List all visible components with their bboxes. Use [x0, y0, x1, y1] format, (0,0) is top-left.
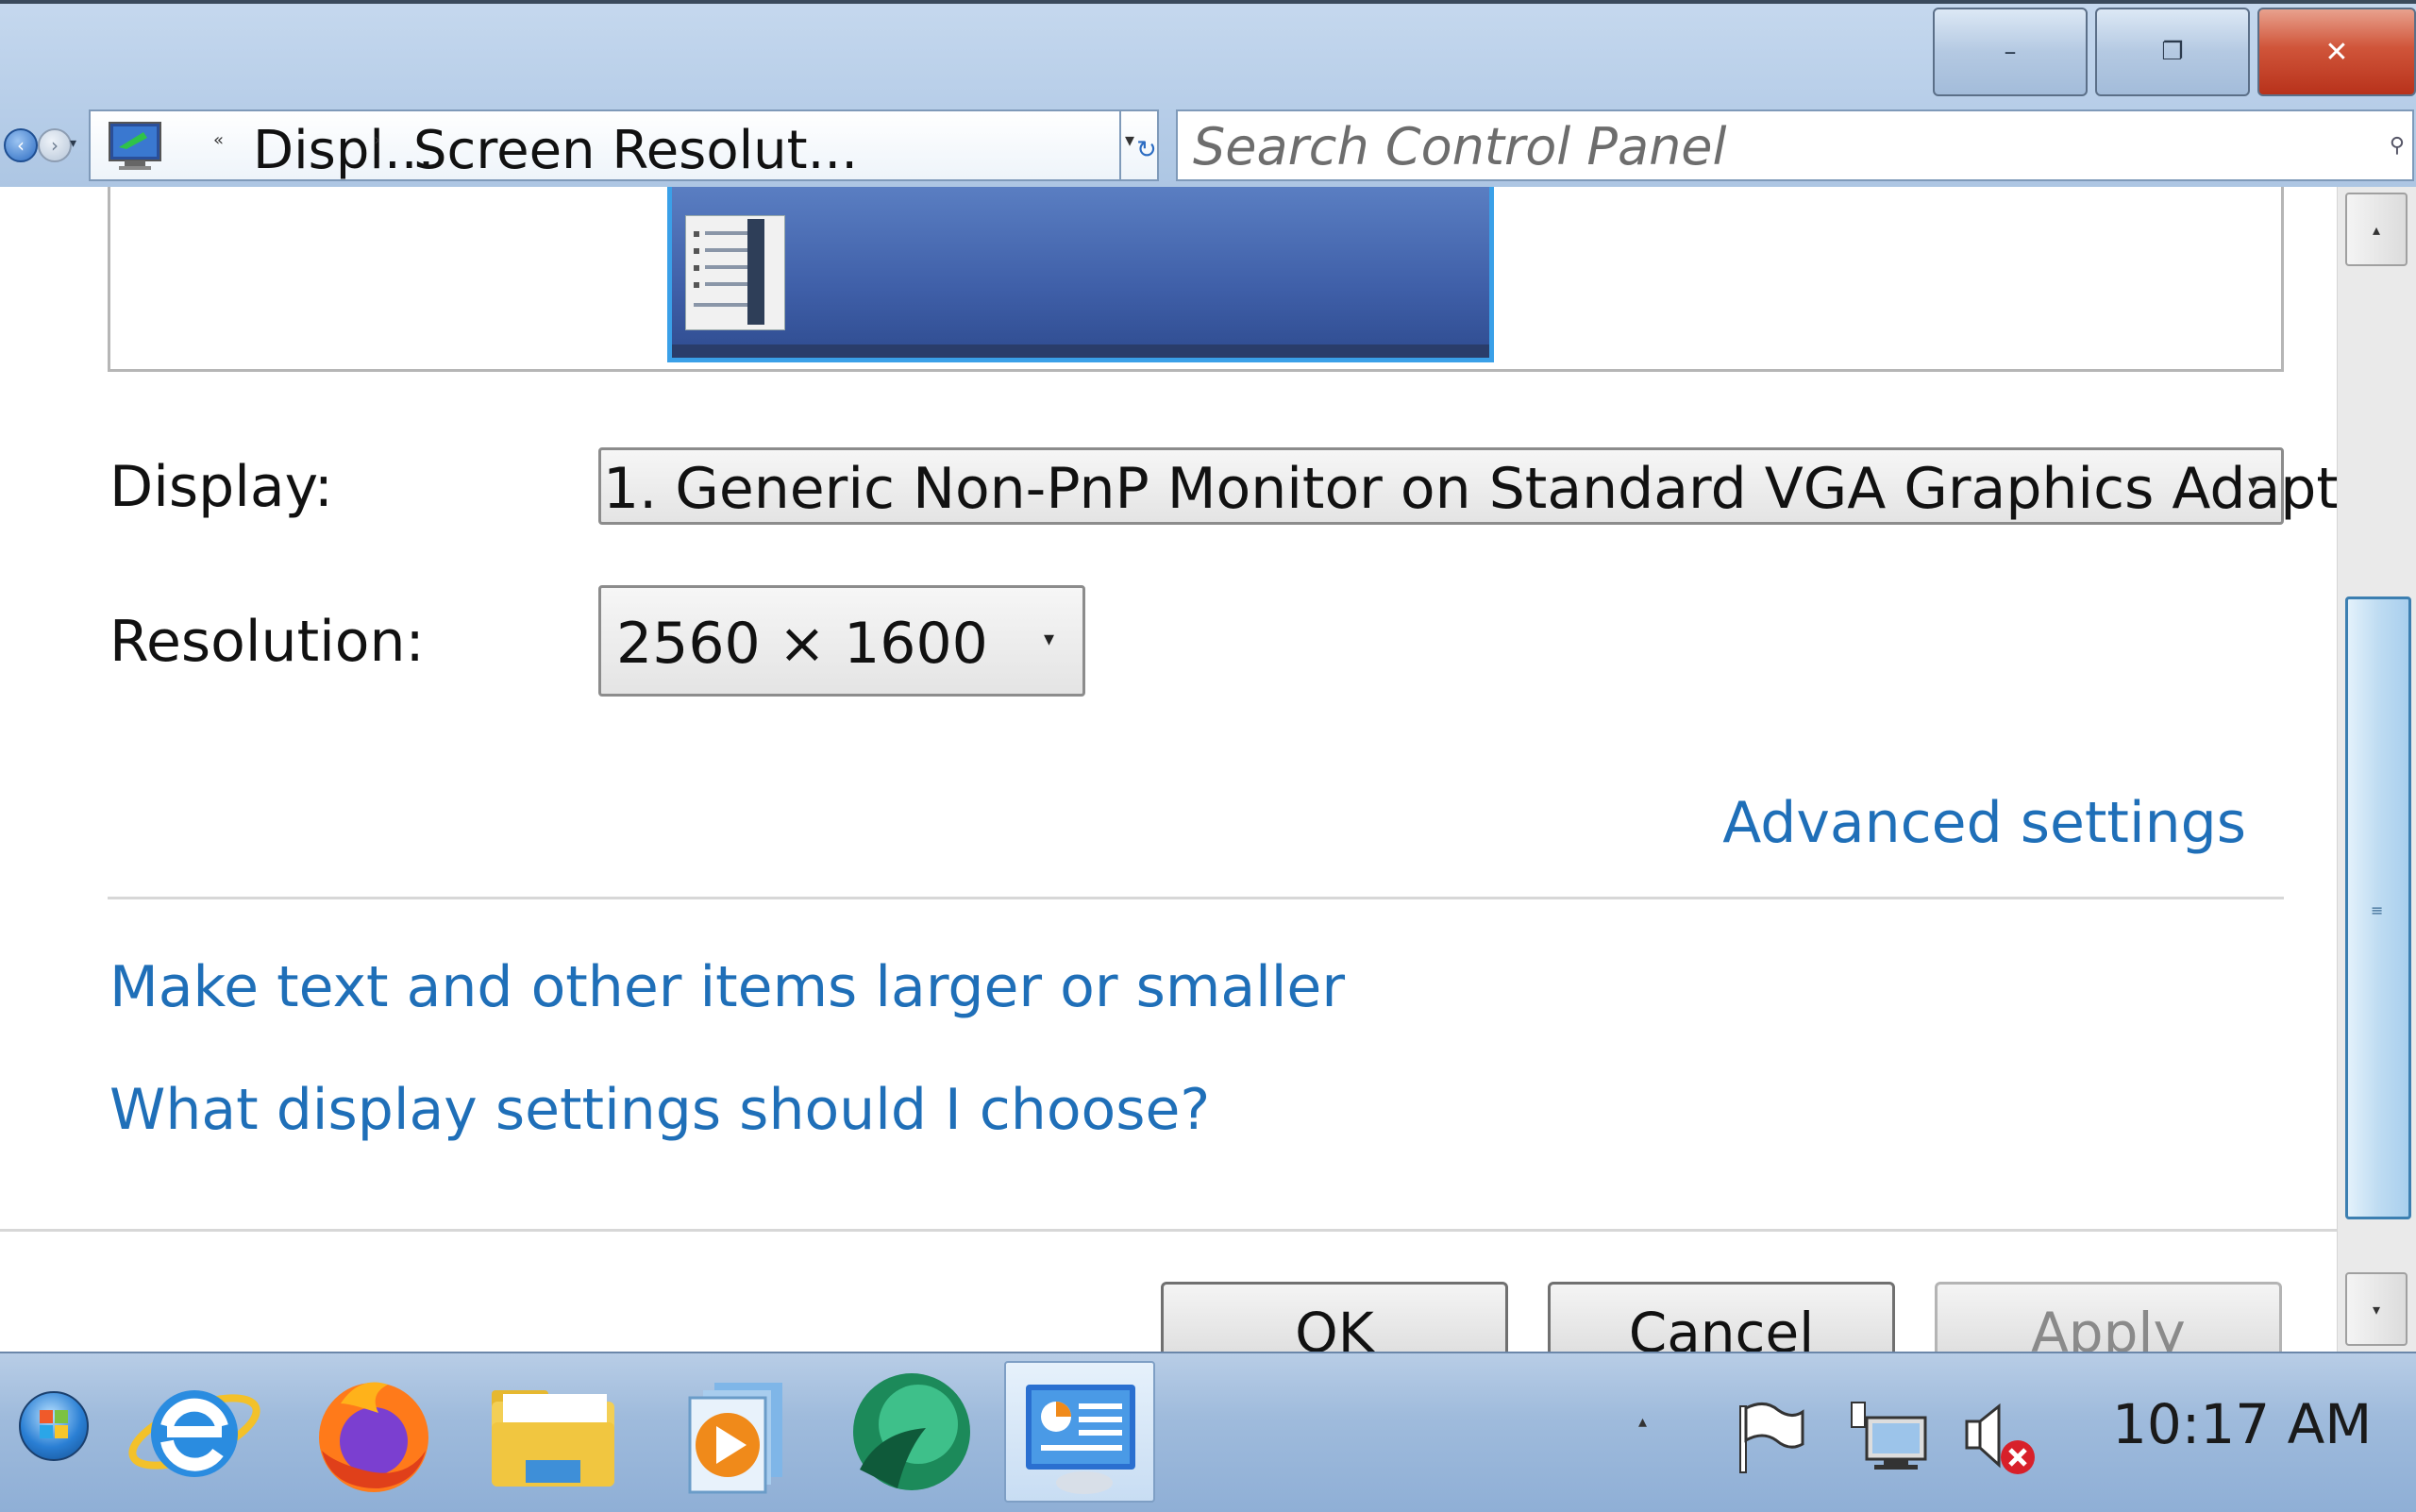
- monitor-preview-area: [108, 187, 2284, 372]
- minimize-button[interactable]: –: [1933, 8, 2088, 96]
- back-button[interactable]: ‹: [4, 128, 38, 162]
- breadcrumb-item-display[interactable]: Displ...: [253, 125, 434, 177]
- advanced-settings-link[interactable]: Advanced settings: [1722, 795, 2246, 851]
- address-bar[interactable]: « Displ... › Screen Resolut... ▾: [89, 109, 1159, 181]
- display-dropdown[interactable]: 1. Generic Non-PnP Monitor on Standard V…: [598, 447, 2396, 525]
- scroll-thumb[interactable]: ≡: [2345, 596, 2411, 1219]
- divider: [108, 897, 2284, 899]
- forward-button[interactable]: ›: [38, 128, 72, 162]
- breadcrumb-item-screen-resolution[interactable]: Screen Resolut...: [413, 125, 858, 177]
- scroll-down-button[interactable]: ▾: [2345, 1272, 2408, 1346]
- chevron-down-icon: ▾: [1043, 628, 1054, 651]
- display-dropdown-value: 1. Generic Non-PnP Monitor on Standard V…: [603, 456, 2397, 522]
- search-box[interactable]: ⚲: [1176, 109, 2414, 181]
- display-label: Display:: [109, 454, 334, 520]
- monitor-thumbnail[interactable]: [667, 187, 1494, 362]
- recent-pages-dropdown-icon[interactable]: ▾: [70, 136, 76, 151]
- close-button[interactable]: ✕: [2257, 8, 2416, 96]
- window-title-bar: – ❐ ✕ ‹ › ▾ « Displ... › Screen Resolut.…: [0, 0, 2416, 187]
- media-player-icon[interactable]: [657, 1361, 808, 1503]
- restore-button[interactable]: ❐: [2095, 8, 2250, 96]
- resolution-label: Resolution:: [109, 609, 425, 675]
- breadcrumb-separator-icon[interactable]: ›: [374, 130, 380, 150]
- address-dropdown-icon[interactable]: ▾: [1125, 128, 1134, 151]
- divider: [0, 1229, 2337, 1232]
- refresh-icon[interactable]: ↻: [1136, 136, 1157, 164]
- clock[interactable]: 10:17 AM: [2112, 1397, 2372, 1452]
- thumbnail-sidebar: [747, 219, 764, 325]
- text-size-link[interactable]: Make text and other items larger or smal…: [109, 959, 1345, 1016]
- resolution-dropdown-value: 2560 × 1600: [616, 611, 988, 677]
- breadcrumb-overflow-icon[interactable]: «: [213, 130, 224, 150]
- grip-icon: ≡: [2371, 901, 2384, 919]
- thumbnail-window: [685, 215, 785, 330]
- address-divider: [1119, 111, 1121, 179]
- vertical-scrollbar[interactable]: ▴ ≡ ▾: [2337, 187, 2416, 1352]
- network-icon[interactable]: [1846, 1399, 1931, 1478]
- chevron-down-icon: ▾: [2247, 471, 2258, 495]
- firefox-icon[interactable]: [298, 1361, 449, 1503]
- navigation-buttons: ‹ › ▾: [2, 128, 85, 166]
- scroll-up-button[interactable]: ▴: [2345, 193, 2408, 266]
- control-panel-icon[interactable]: [1004, 1361, 1155, 1503]
- volume-muted-icon[interactable]: [1959, 1399, 2044, 1482]
- thumbnail-taskbar: [672, 344, 1489, 358]
- taskbar: ▴ 10:17 AM: [0, 1352, 2416, 1512]
- screen-resolution-panel: Display: 1. Generic Non-PnP Monitor on S…: [0, 187, 2396, 1367]
- resolution-dropdown[interactable]: 2560 × 1600 ▾: [598, 585, 1085, 697]
- display-control-panel-icon: [109, 122, 161, 170]
- search-input[interactable]: [1191, 119, 2365, 174]
- file-explorer-icon[interactable]: [478, 1361, 629, 1503]
- app-icon[interactable]: [836, 1361, 987, 1503]
- action-center-flag-icon[interactable]: [1733, 1399, 1808, 1478]
- display-help-link[interactable]: What display settings should I choose?: [109, 1082, 1210, 1138]
- start-button[interactable]: [19, 1391, 89, 1461]
- internet-explorer-icon[interactable]: [119, 1361, 270, 1503]
- show-hidden-icons-icon[interactable]: ▴: [1638, 1412, 1647, 1432]
- search-icon[interactable]: ⚲: [2390, 134, 2405, 158]
